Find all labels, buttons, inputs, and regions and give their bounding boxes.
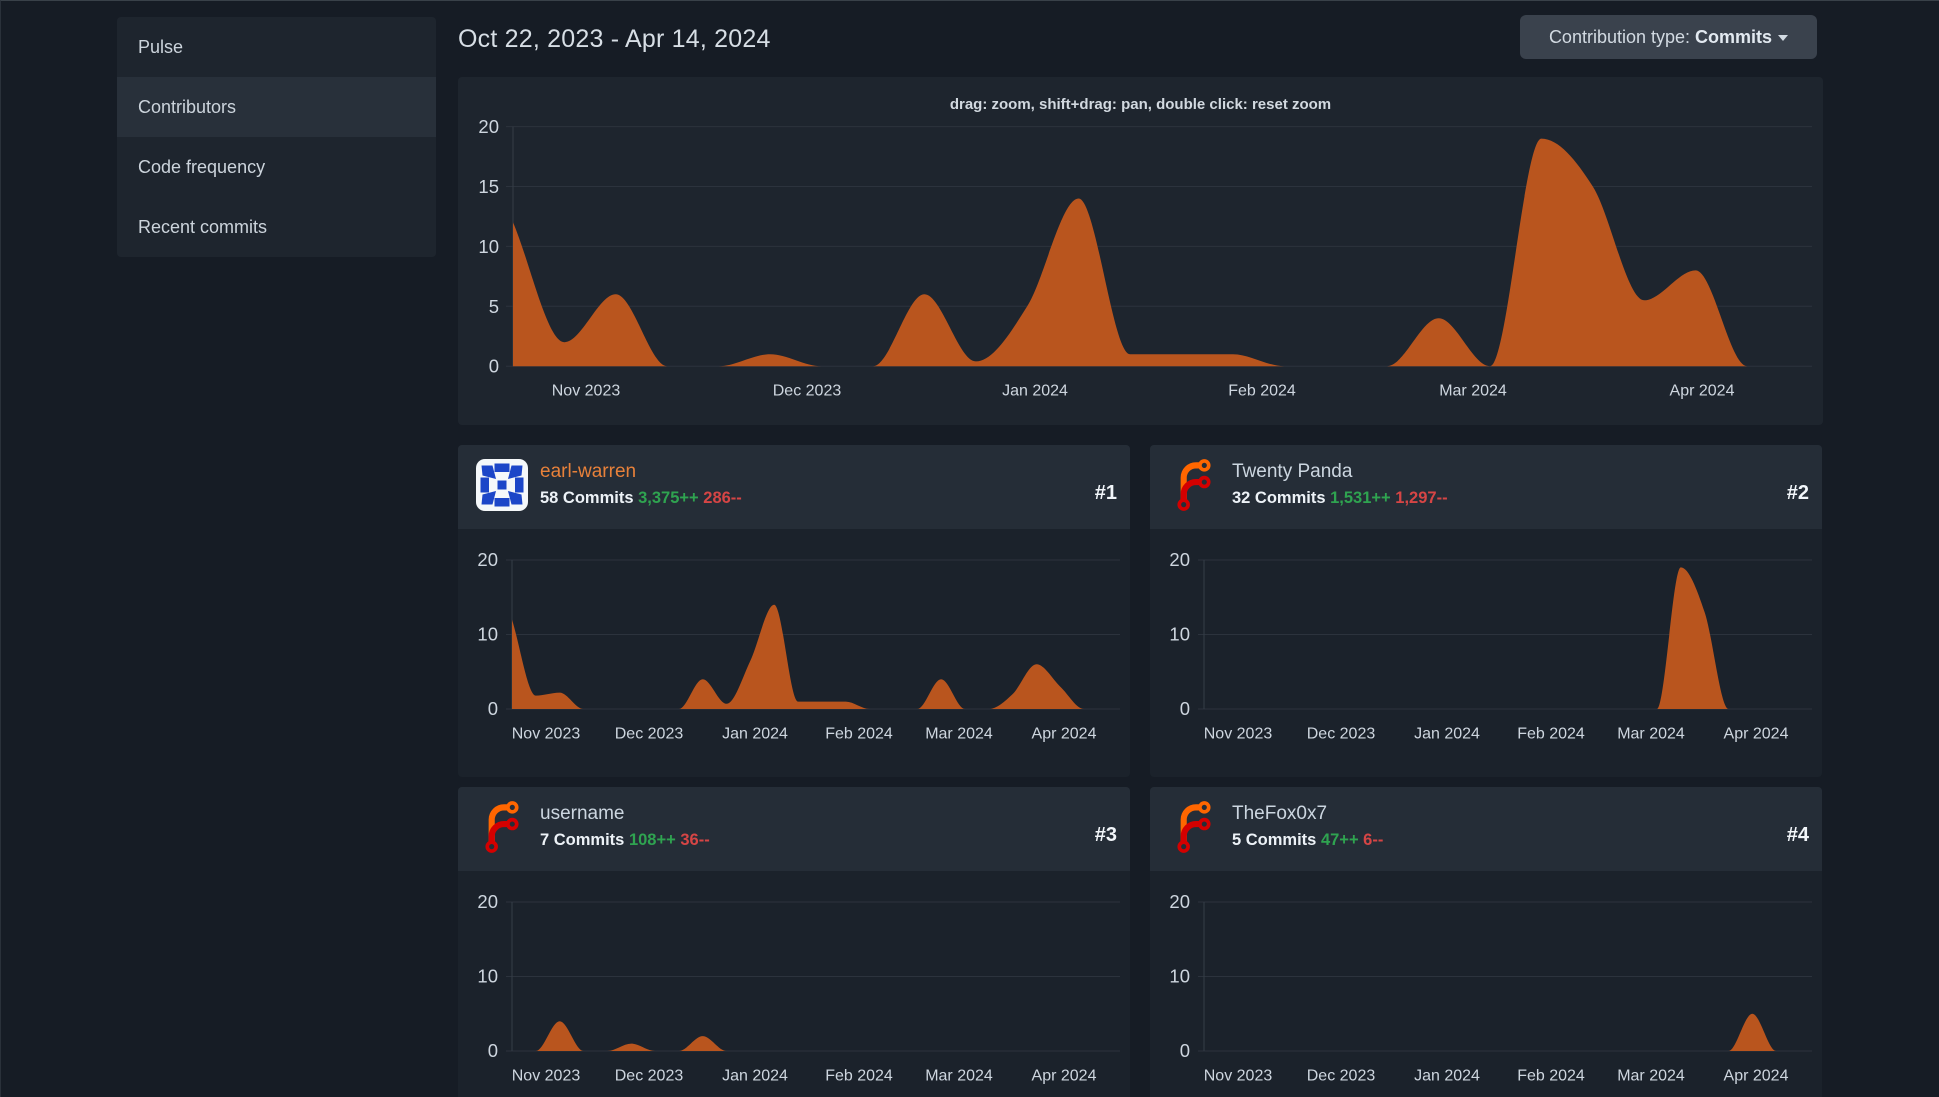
svg-text:0: 0 [488,698,498,719]
svg-text:20: 20 [478,116,499,137]
svg-text:Nov 2023: Nov 2023 [512,726,581,743]
svg-text:Mar 2024: Mar 2024 [925,726,993,743]
svg-text:Nov 2023: Nov 2023 [1204,1068,1273,1085]
svg-text:0: 0 [488,1040,498,1061]
svg-text:Jan 2024: Jan 2024 [1002,383,1068,400]
svg-text:Apr 2024: Apr 2024 [1670,383,1735,400]
svg-text:Nov 2023: Nov 2023 [512,1068,581,1085]
svg-text:10: 10 [477,966,498,987]
svg-text:Jan 2024: Jan 2024 [722,726,788,743]
svg-text:0: 0 [489,356,499,377]
svg-text:Jan 2024: Jan 2024 [1414,1068,1480,1085]
svg-text:0: 0 [1180,1040,1190,1061]
svg-text:20: 20 [1169,891,1190,912]
svg-text:20: 20 [477,549,498,570]
svg-text:Mar 2024: Mar 2024 [1617,726,1685,743]
svg-text:Feb 2024: Feb 2024 [825,726,893,743]
svg-text:Mar 2024: Mar 2024 [1617,1068,1685,1085]
svg-text:Dec 2023: Dec 2023 [1307,726,1376,743]
svg-text:Dec 2023: Dec 2023 [773,383,842,400]
svg-text:15: 15 [478,176,499,197]
svg-text:Jan 2024: Jan 2024 [1414,726,1480,743]
svg-text:Dec 2023: Dec 2023 [1307,1068,1376,1085]
svg-text:Feb 2024: Feb 2024 [1517,726,1585,743]
svg-text:0: 0 [1180,698,1190,719]
svg-text:10: 10 [478,236,499,257]
svg-text:Feb 2024: Feb 2024 [1228,383,1296,400]
svg-text:5: 5 [489,296,499,317]
svg-text:Apr 2024: Apr 2024 [1032,1068,1097,1085]
svg-text:20: 20 [1169,549,1190,570]
svg-text:Dec 2023: Dec 2023 [615,1068,684,1085]
svg-text:Feb 2024: Feb 2024 [1517,1068,1585,1085]
svg-text:Nov 2023: Nov 2023 [1204,726,1273,743]
svg-text:10: 10 [477,624,498,645]
svg-text:Dec 2023: Dec 2023 [615,726,684,743]
svg-text:Apr 2024: Apr 2024 [1724,1068,1789,1085]
svg-text:10: 10 [1169,966,1190,987]
svg-text:Jan 2024: Jan 2024 [722,1068,788,1085]
svg-text:Apr 2024: Apr 2024 [1724,726,1789,743]
svg-text:20: 20 [477,891,498,912]
svg-text:Mar 2024: Mar 2024 [925,1068,993,1085]
svg-text:Nov 2023: Nov 2023 [552,383,621,400]
svg-text:Apr 2024: Apr 2024 [1032,726,1097,743]
svg-text:Feb 2024: Feb 2024 [825,1068,893,1085]
svg-text:10: 10 [1169,624,1190,645]
svg-text:Mar 2024: Mar 2024 [1439,383,1507,400]
